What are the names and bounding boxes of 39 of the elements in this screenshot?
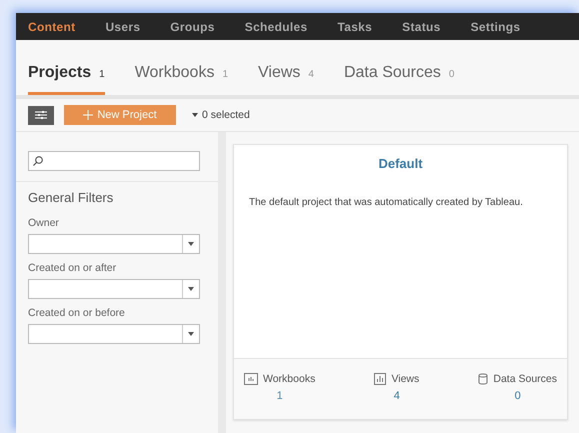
- nav-tab[interactable]: Schedules: [244, 20, 308, 34]
- stat-label: Views: [391, 373, 420, 385]
- filters-heading: General Filters: [28, 190, 114, 205]
- nav-tab[interactable]: Tasks: [338, 20, 372, 34]
- nav-tab[interactable]: Settings: [470, 20, 520, 34]
- caret-icon: [188, 242, 194, 246]
- project-card[interactable]: Default The default project that was automatically created by Tableau. Workbooks 1 Views 4 Data Sources 0: [233, 144, 568, 420]
- filter-dropdown[interactable]: [28, 279, 200, 299]
- category-tab[interactable]: Data Sources 0: [344, 64, 454, 95]
- stat-count[interactable]: 0: [514, 390, 521, 402]
- filter-label: Owner: [28, 217, 60, 229]
- stat-count[interactable]: 4: [394, 390, 400, 402]
- filter-dropdown[interactable]: [28, 324, 200, 344]
- caret-icon: [192, 113, 198, 117]
- workbook-icon: [244, 373, 258, 385]
- filter-dropdown[interactable]: [28, 234, 200, 254]
- category-tab[interactable]: Views 4: [258, 64, 314, 95]
- nav-tab[interactable]: Content: [28, 20, 76, 34]
- sliders-icon: [35, 110, 47, 120]
- bar-chart-icon: [374, 373, 386, 385]
- caret-icon: [188, 287, 194, 291]
- stat-label: Workbooks: [263, 373, 316, 385]
- plus-icon: [83, 110, 94, 120]
- selection-dropdown[interactable]: 0 selected: [192, 109, 250, 121]
- stat-label: Data Sources: [493, 373, 557, 385]
- project-title: Default: [377, 156, 424, 171]
- nav-tab[interactable]: Groups: [170, 20, 215, 34]
- stat-count[interactable]: 1: [276, 390, 283, 402]
- filter-label: Created on or before: [28, 307, 126, 319]
- search-field[interactable]: [28, 151, 200, 171]
- filter-toggle-button[interactable]: [28, 106, 54, 124]
- filter-label: Created on or after: [28, 262, 118, 274]
- search-icon: [33, 156, 43, 166]
- project-description: The default project that was automatically created by Tableau.: [249, 197, 524, 208]
- nav-tab[interactable]: Status: [402, 20, 441, 34]
- nav-tab[interactable]: Users: [105, 20, 140, 34]
- category-tab[interactable]: Workbooks 1: [134, 64, 228, 95]
- database-icon: [478, 373, 488, 385]
- caret-icon: [188, 332, 194, 336]
